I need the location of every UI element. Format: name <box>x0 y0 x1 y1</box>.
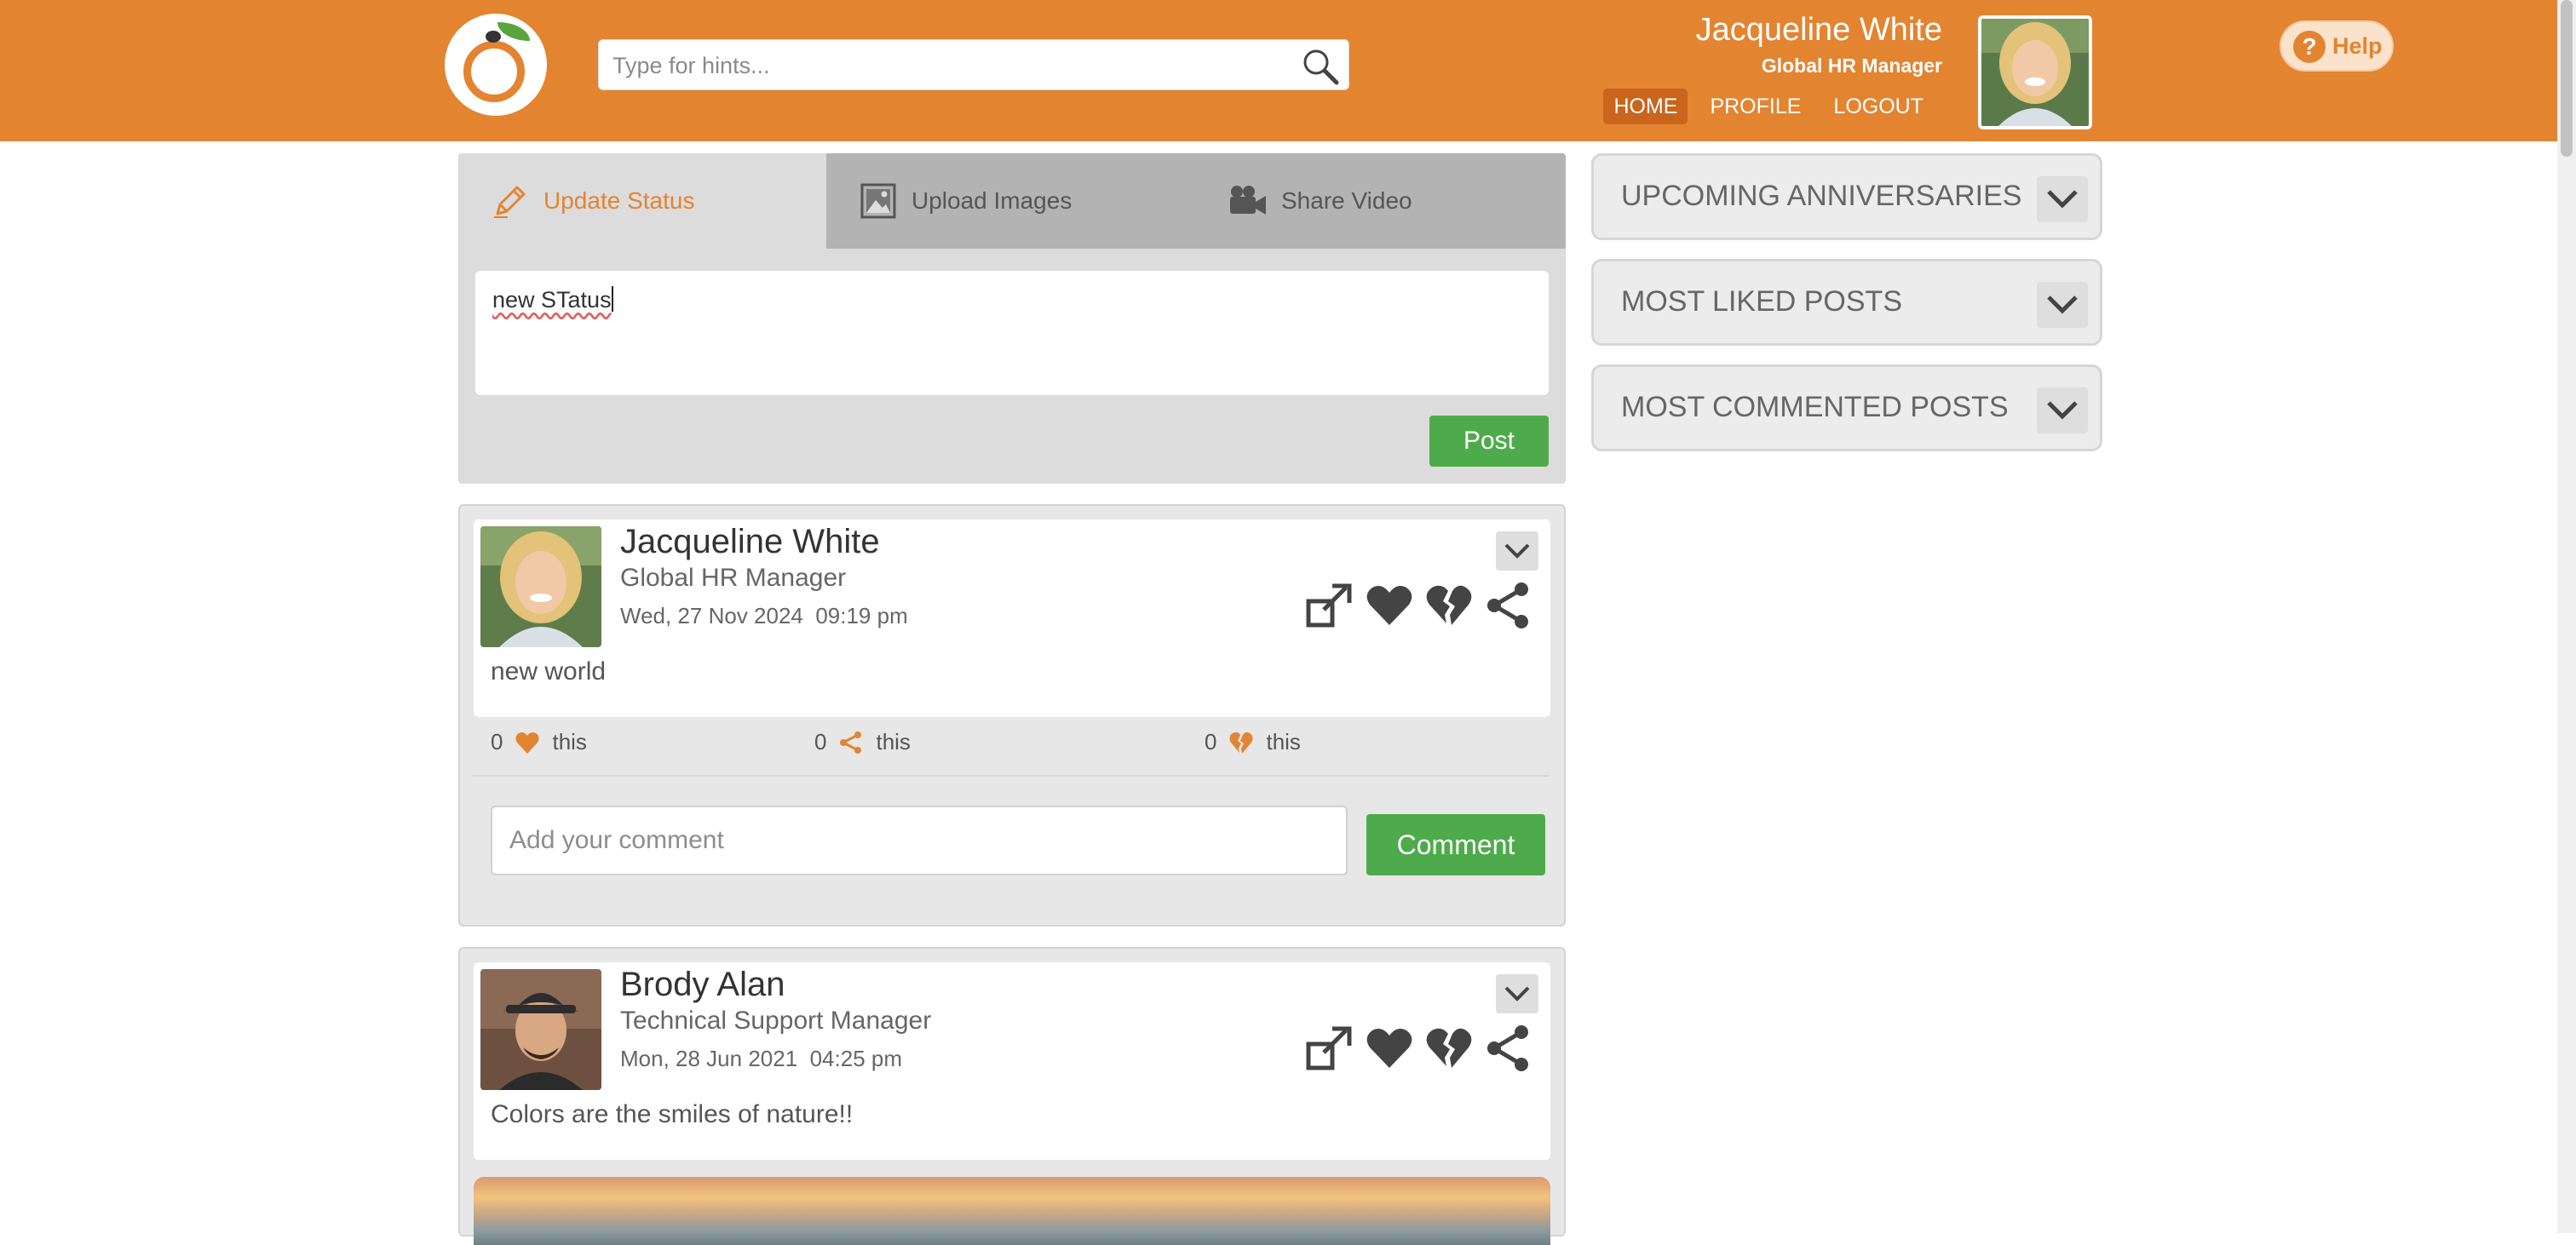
broken-heart-icon <box>1229 732 1254 754</box>
avatar-portrait <box>1981 19 2089 126</box>
share-icon[interactable] <box>1484 1024 1533 1073</box>
widget-most-commented-posts: MOST COMMENTED POSTS <box>1591 364 2102 451</box>
main-nav: HOME PROFILE LOGOUT <box>1603 89 1934 124</box>
help-question-icon: ? <box>2293 31 2326 63</box>
header-avatar[interactable] <box>1978 15 2092 129</box>
status-textarea[interactable]: new STatus <box>475 271 1549 395</box>
tab-upload-images[interactable]: Upload Images <box>859 153 1072 249</box>
shares-label: this <box>876 729 911 754</box>
post-author-avatar[interactable] <box>480 526 601 647</box>
shares-stat[interactable]: 0 this <box>814 729 911 755</box>
tab-update-status-label: Update Status <box>543 187 695 214</box>
post-author-role: Technical Support Manager <box>620 1007 932 1035</box>
heart-icon[interactable] <box>1365 581 1414 630</box>
expand-toggle[interactable] <box>2037 387 2088 433</box>
shares-count: 0 <box>814 729 827 754</box>
nav-profile[interactable]: PROFILE <box>1699 89 1811 124</box>
post-stats: 0 this 0 this 0 this <box>491 729 1547 763</box>
widget-upcoming-anniversaries: UPCOMING ANNIVERSARIES <box>1591 153 2102 240</box>
broken-heart-icon[interactable] <box>1424 581 1474 630</box>
expand-toggle[interactable] <box>2037 282 2088 328</box>
post-content: Jacqueline White Global HR Manager Wed, … <box>474 519 1550 717</box>
tab-share-video[interactable]: Share Video <box>1225 153 1412 249</box>
dislikes-label: this <box>1266 729 1301 754</box>
post-image[interactable] <box>474 1177 1550 1245</box>
avatar-portrait <box>480 969 601 1090</box>
comment-button[interactable]: Comment <box>1366 814 1545 875</box>
search-input[interactable] <box>611 40 1279 91</box>
post-author-name[interactable]: Jacqueline White <box>620 523 880 561</box>
video-camera-icon <box>1230 186 1266 215</box>
logo-orange-ring <box>463 41 525 102</box>
heart-icon <box>515 732 540 754</box>
post-button[interactable]: Post <box>1429 416 1549 467</box>
stats-divider <box>472 775 1549 777</box>
header-user-name: Jacqueline White <box>1695 12 1942 48</box>
chevron-down-icon <box>2047 295 2078 314</box>
text-caret <box>611 286 613 312</box>
post-author-avatar[interactable] <box>480 969 601 1090</box>
dislikes-count: 0 <box>1205 729 1217 754</box>
post-author-role: Global HR Manager <box>620 564 847 592</box>
share-icon[interactable] <box>1484 581 1533 630</box>
comment-input[interactable] <box>491 806 1348 875</box>
widget-title: UPCOMING ANNIVERSARIES <box>1621 180 2022 212</box>
post-card: Brody Alan Technical Support Manager Mon… <box>458 947 1566 1245</box>
top-header: Jacqueline White Global HR Manager HOME … <box>0 0 2557 141</box>
heart-icon[interactable] <box>1365 1024 1414 1073</box>
post-options-toggle[interactable] <box>1496 974 1538 1013</box>
post-date: Mon, 28 Jun 2021 04:25 pm <box>620 1046 903 1071</box>
post-options-toggle[interactable] <box>1496 531 1538 571</box>
post-text: Colors are the smiles of nature!! <box>491 1100 854 1128</box>
post-author-name[interactable]: Brody Alan <box>620 966 785 1004</box>
post-content: Brody Alan Technical Support Manager Mon… <box>474 962 1550 1160</box>
page-scrollbar[interactable] <box>2557 0 2576 1233</box>
external-share-icon[interactable] <box>1305 1024 1354 1073</box>
post-date: Wed, 27 Nov 2024 09:19 pm <box>620 603 908 628</box>
search-box <box>598 39 1349 91</box>
widget-title: MOST COMMENTED POSTS <box>1621 391 2009 423</box>
tab-update-status[interactable]: Update Status <box>458 153 826 249</box>
widget-title: MOST LIKED POSTS <box>1621 285 1903 318</box>
widget-most-liked-posts: MOST LIKED POSTS <box>1591 259 2102 346</box>
chevron-down-icon <box>1504 543 1530 559</box>
scrollbar-thumb[interactable] <box>2561 0 2573 157</box>
nav-logout[interactable]: LOGOUT <box>1823 89 1934 124</box>
status-text: new STatus <box>492 287 612 313</box>
post-actions <box>1305 581 1533 630</box>
likes-stat[interactable]: 0 this <box>491 729 587 755</box>
chevron-down-icon <box>1504 986 1530 1001</box>
composer-tabs: Update Status Upload Images Share Video <box>458 153 1566 249</box>
chevron-down-icon <box>2047 401 2078 420</box>
avatar-portrait <box>480 526 601 647</box>
tab-share-video-label: Share Video <box>1281 187 1412 214</box>
search-icon[interactable] <box>1301 47 1340 86</box>
header-user-role: Global HR Manager <box>1761 55 1942 77</box>
dislikes-stat[interactable]: 0 this <box>1205 729 1301 755</box>
chevron-down-icon <box>2047 190 2078 209</box>
broken-heart-icon[interactable] <box>1424 1024 1474 1073</box>
post-actions <box>1305 1024 1533 1073</box>
likes-label: this <box>552 729 587 754</box>
tab-upload-images-label: Upload Images <box>911 187 1072 214</box>
nav-home[interactable]: HOME <box>1603 89 1688 124</box>
likes-count: 0 <box>491 729 503 754</box>
image-icon <box>860 183 896 219</box>
expand-toggle[interactable] <box>2037 176 2088 222</box>
logo-leaf-icon <box>497 22 530 41</box>
share-icon <box>840 731 862 754</box>
post-text: new world <box>491 657 607 686</box>
app-logo[interactable] <box>445 14 547 116</box>
logo-bee-icon <box>486 31 501 43</box>
external-share-icon[interactable] <box>1305 581 1354 630</box>
status-composer: Update Status Upload Images Share Video … <box>458 153 1566 484</box>
help-button[interactable]: ? Help <box>2280 20 2394 72</box>
pencil-icon <box>494 186 526 218</box>
help-label: Help <box>2332 33 2383 59</box>
